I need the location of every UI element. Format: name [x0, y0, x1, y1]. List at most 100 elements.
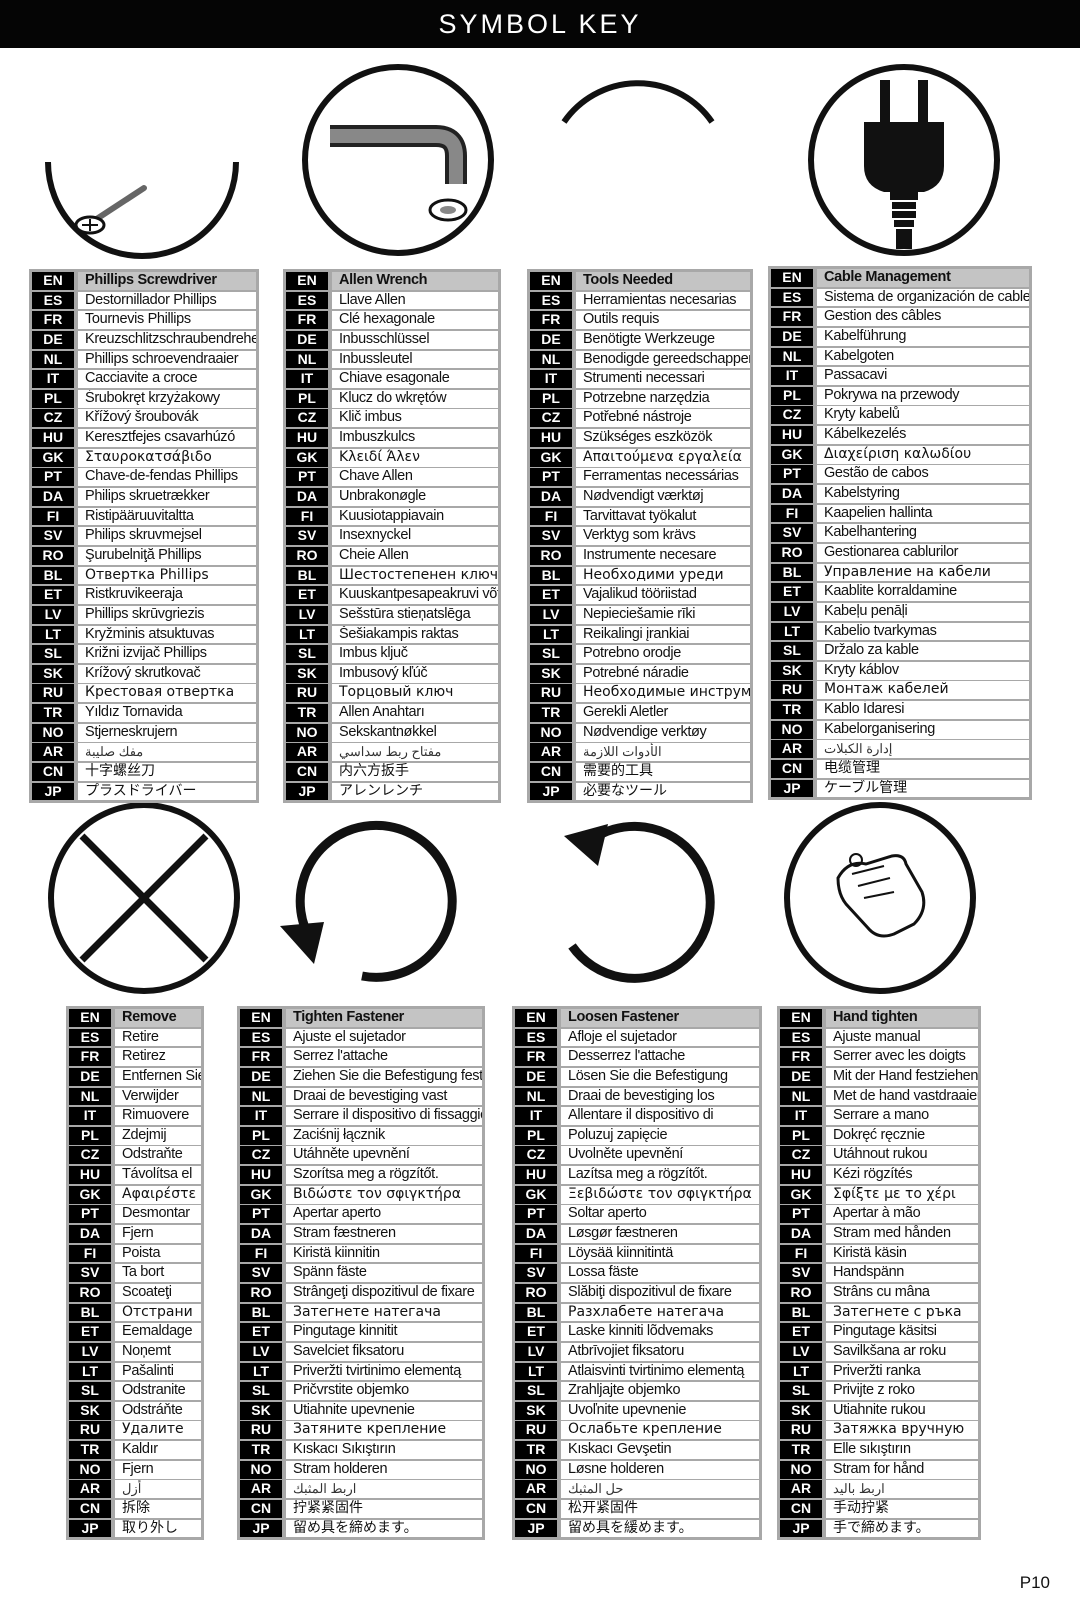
translation-text: Ristkruvikeeraja	[85, 586, 183, 603]
translation-text: Löysää kiinnitintä	[568, 1244, 673, 1261]
table-row: DA Philips skruetrækker	[32, 488, 256, 506]
translation-text: Tarvittavat työkalut	[583, 507, 697, 524]
translation-text: Nødvendige verktøy	[583, 723, 707, 740]
translation-text: 必要なツール	[583, 782, 667, 799]
translation-text: Монтаж кабелей	[824, 681, 949, 698]
table-row: FR Desserrez l'attache	[515, 1048, 759, 1067]
translation-text: Fjern	[122, 1460, 154, 1477]
language-code: NO	[771, 720, 817, 739]
table-row: NL Draai de bevestiging los	[515, 1087, 759, 1106]
translation-text: Laske kinniti lõdvemaks	[568, 1323, 714, 1340]
table-row: FR Gestion des câbles	[771, 308, 1029, 327]
translation-text: Šešiakampis raktas	[339, 625, 459, 642]
translation-text: Křížový šroubovák	[85, 409, 199, 426]
language-code: PT	[515, 1205, 561, 1224]
translation-text: アレンレンチ	[339, 782, 423, 799]
language-code: NO	[286, 723, 332, 742]
language-code: EN	[32, 272, 78, 290]
translation-text: Priveržti tvirtinimo elementą	[293, 1362, 461, 1379]
table-row: ES Herramientas necesarias	[530, 291, 750, 310]
allen-wrench-table: EN Allen Wrench ES Llave Allen FR Clé hexagon…	[283, 269, 501, 804]
hand-tighten-table: EN Hand tighten ES Ajuste manual FR Serrer av…	[777, 1006, 981, 1541]
table-row: FR Outils requis	[530, 311, 750, 330]
translation-text: Insexnyckel	[339, 527, 411, 544]
language-code: EN	[69, 1009, 115, 1027]
language-code: PT	[780, 1205, 826, 1224]
language-code: SK	[32, 664, 78, 683]
table-row: JP ケーブル管理	[771, 779, 1029, 798]
table-row: JP 必要なツール	[530, 782, 750, 801]
power-plug-icon	[806, 62, 1002, 258]
table-row: FR Clé hexagonale	[286, 311, 498, 330]
table-row: CN 电缆管理	[771, 760, 1029, 778]
table-row: RU Удалите	[69, 1421, 201, 1440]
translation-text: اربط المثبك	[293, 1481, 357, 1497]
translation-text: Serrare a mano	[833, 1107, 929, 1124]
language-code: DE	[515, 1067, 561, 1086]
language-code: LT	[515, 1362, 561, 1381]
symbol-title: Tighten Fastener	[293, 1009, 404, 1025]
language-code: PT	[240, 1205, 286, 1224]
translation-text: Uvolněte upevnění	[568, 1146, 683, 1163]
language-code: DE	[69, 1067, 115, 1086]
table-row: ES Afloje el sujetador	[515, 1028, 759, 1047]
language-code: PL	[780, 1126, 826, 1145]
language-code: FI	[771, 504, 817, 523]
table-row: PT Apertar à mão	[780, 1205, 978, 1224]
table-row: GK Αφαιρέστε	[69, 1185, 201, 1204]
symbol-title: Cable Management	[824, 269, 951, 285]
language-code: IT	[240, 1107, 286, 1125]
language-code: ET	[32, 586, 78, 605]
translation-text: Kabelgoten	[824, 347, 894, 364]
translation-text: Potrebno orodje	[583, 645, 681, 662]
translation-text: Strumenti necessari	[583, 370, 705, 387]
table-row: SV Ta bort	[69, 1264, 201, 1283]
language-code: IT	[32, 370, 78, 388]
table-row: SL Imbus ključ	[286, 645, 498, 663]
table-row: IT Rimuovere	[69, 1107, 201, 1125]
language-code: TR	[32, 704, 78, 722]
language-code: NO	[240, 1460, 286, 1479]
language-code: LV	[515, 1342, 561, 1361]
language-code: HU	[515, 1166, 561, 1184]
language-code: LT	[69, 1362, 115, 1381]
table-row: LV Savelciet fiksatoru	[240, 1342, 482, 1361]
language-code: SL	[515, 1382, 561, 1400]
language-code: SL	[32, 645, 78, 663]
translation-text: Ristipääruuvitaltta	[85, 507, 194, 524]
translation-text: Pašalinti	[122, 1362, 174, 1379]
language-code: FI	[286, 507, 332, 526]
translation-text: Nepieciešamie rīki	[583, 605, 696, 622]
table-row: LT Priveržti tvirtinimo elementą	[240, 1362, 482, 1381]
translation-text: Benötigte Werkzeuge	[583, 330, 715, 347]
translation-text: Stjerneskrujern	[85, 723, 178, 740]
language-code: ET	[780, 1323, 826, 1342]
translation-text: Βιδώστε τον σφιγκτήρα	[293, 1185, 462, 1202]
translation-text: Phillips schroevendraaier	[85, 350, 239, 367]
table-row: FR Retirez	[69, 1048, 201, 1067]
language-code: LV	[530, 605, 576, 624]
table-row: PL Potrzebne narzędzia	[530, 389, 750, 408]
translation-text: Távolítsa el	[122, 1166, 192, 1183]
language-code: SV	[530, 527, 576, 546]
table-row: FI Poista	[69, 1244, 201, 1263]
table-header-row: EN Phillips Screwdriver	[32, 272, 256, 290]
table-row: FI Ristipääruuvitaltta	[32, 507, 256, 526]
table-row: BL Управление на кабели	[771, 563, 1029, 582]
table-row: CN 拆除	[69, 1500, 201, 1518]
table-row: RO Instrumente necesare	[530, 546, 750, 565]
table-header-row: EN Cable Management	[771, 269, 1029, 287]
translation-text: Verktyg som krävs	[583, 527, 696, 544]
translation-text: Κλειδί Άλεν	[339, 448, 420, 465]
language-code: LV	[780, 1342, 826, 1361]
table-row: CZ Potřebné nástroje	[530, 409, 750, 428]
translation-text: Priveržti ranka	[833, 1362, 921, 1379]
table-row: IT Cacciavite a croce	[32, 370, 256, 388]
language-code: SL	[780, 1382, 826, 1400]
translation-text: Poluzuj zapięcie	[568, 1126, 668, 1143]
translation-text: Cacciavite a croce	[85, 370, 198, 387]
translation-text: Отвертка Phillips	[85, 566, 209, 583]
table-row: CZ Utáhnout rukou	[780, 1146, 978, 1165]
language-code: SK	[530, 664, 576, 683]
translation-text: Vajalikud tööriistad	[583, 586, 697, 603]
